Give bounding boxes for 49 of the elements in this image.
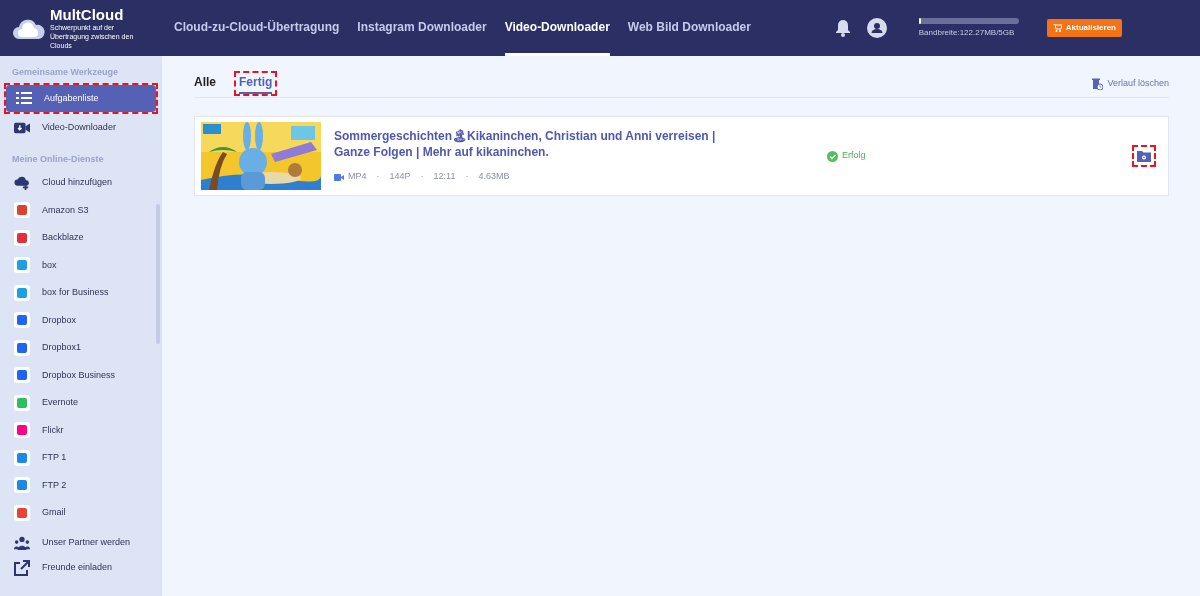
sidebar-link[interactable]: Unser Partner werden [0, 530, 162, 556]
sidebar-link[interactable]: Freunde einladen [0, 555, 162, 581]
sidebar-item[interactable]: Evernote [0, 389, 162, 417]
cart-icon [1052, 24, 1062, 32]
size-label: 4.63MB [478, 170, 510, 184]
bandwidth-label: Bandbreite:122.27MB/5GB [918, 26, 1016, 39]
clear-history-link[interactable]: Verlauf löschen [1092, 76, 1169, 91]
nav-tab[interactable]: Video-Downloader [504, 0, 610, 56]
status-label: Erfolg [827, 149, 866, 163]
sidebar-item[interactable]: Dropbox Business [0, 361, 162, 389]
sidebar-item[interactable]: Aufgabenliste [6, 84, 156, 112]
nav-tab[interactable]: Web Bild Downloader [627, 0, 751, 56]
filter-tab[interactable]: Fertig [239, 73, 273, 94]
format-label: MP4 [334, 170, 367, 184]
logo-name: MultCloud [50, 6, 125, 23]
video-title[interactable]: Sommergeschichten🏝Kikaninchen, Christian und Anni verreisen | Ganze Folgen | Mehr auf kikaninchen. [334, 128, 724, 161]
sidebar-item[interactable]: Amazon S3 [0, 196, 162, 224]
nav-tab[interactable]: Instagram Downloader [357, 0, 487, 56]
separator: · [465, 170, 469, 184]
user-avatar-icon[interactable] [866, 18, 887, 38]
cloud-add-icon [14, 174, 30, 191]
sidebar-section-title: Meine Online-Dienste [11, 152, 105, 166]
sidebar-item[interactable]: FTP 1 [0, 444, 162, 472]
sidebar-item[interactable]: Dropbox1 [0, 334, 162, 362]
sidebar-item[interactable]: Cloud hinzufügen [0, 169, 162, 197]
separator: · [376, 170, 380, 184]
sidebar-item[interactable]: Gmail [0, 499, 162, 527]
quality-label: 144P [389, 170, 411, 184]
nav-tab[interactable]: Cloud-zu-Cloud-Übertragung [174, 0, 340, 56]
share-icon [14, 560, 30, 576]
check-circle-icon [827, 150, 838, 162]
duration-label: 12:11 [433, 170, 456, 184]
list-icon [16, 91, 32, 106]
filter-tab[interactable]: Alle [194, 73, 216, 94]
video-camera-icon [14, 120, 30, 135]
sidebar-item[interactable]: box for Business [0, 279, 162, 307]
sidebar-item[interactable]: Flickr [0, 416, 162, 444]
sidebar-item[interactable]: FTP 2 [0, 471, 162, 499]
sidebar-item[interactable]: box [0, 251, 162, 279]
bell-icon[interactable] [834, 19, 851, 37]
sidebar-item[interactable]: Dropbox [0, 306, 162, 334]
sidebar-item[interactable]: Backblaze [0, 224, 162, 252]
open-folder-button[interactable] [1137, 150, 1151, 162]
sidebar-item[interactable]: Video-Downloader [0, 114, 162, 142]
separator: · [420, 170, 424, 184]
sidebar-section-title: Gemeinsame Werkzeuge [11, 66, 119, 79]
trash-clock-icon [1092, 77, 1104, 90]
people-icon [14, 535, 30, 551]
video-camera-icon [334, 173, 344, 181]
